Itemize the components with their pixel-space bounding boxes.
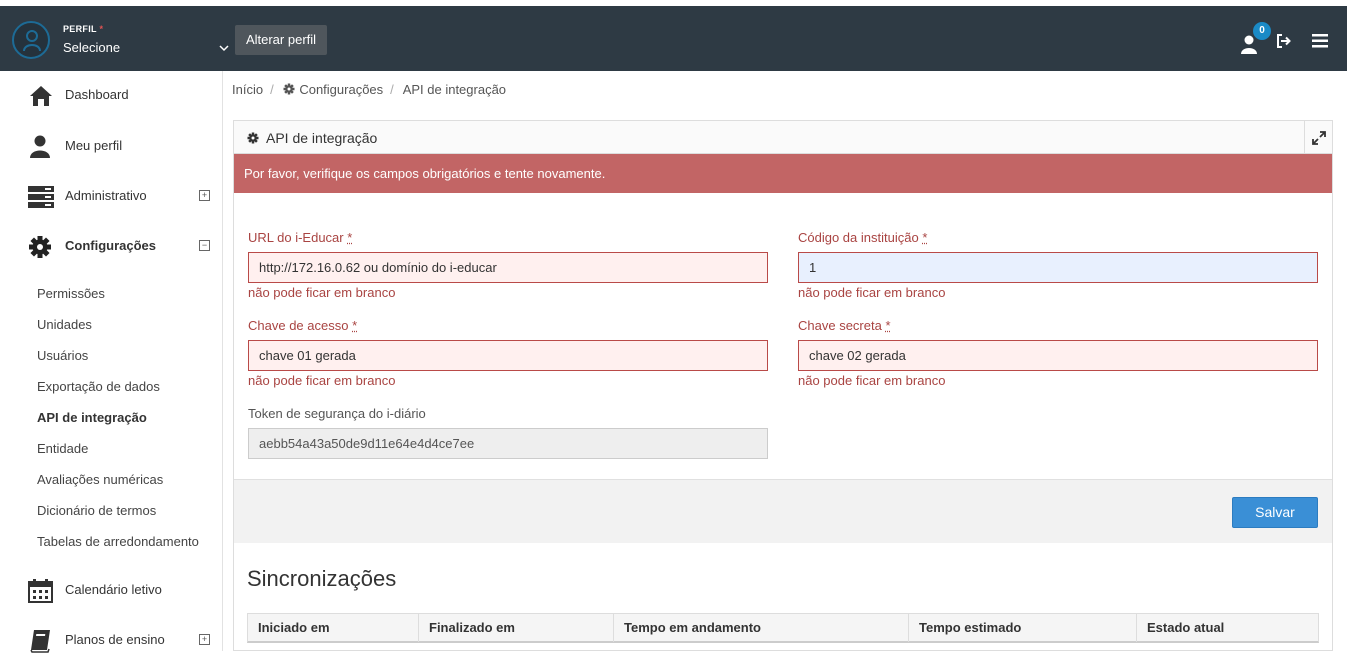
sidebar-subitem-api-integracao[interactable]: API de integração xyxy=(37,410,147,425)
chave-secreta-input[interactable]: chave 02 gerada xyxy=(798,340,1318,371)
api-integracao-panel: API de integração Por favor, verifique o… xyxy=(233,120,1333,651)
sidebar-subitem-entidade[interactable]: Entidade xyxy=(37,441,88,456)
chave-secreta-label: Chave secreta * xyxy=(798,318,891,333)
codigo-instituicao-error: não pode ficar em branco xyxy=(798,285,945,300)
sidebar-item-configuracoes[interactable]: Configurações − xyxy=(0,226,223,266)
sign-out-button[interactable] xyxy=(1276,28,1294,54)
chave-acesso-label: Chave de acesso * xyxy=(248,318,357,333)
save-button[interactable]: Salvar xyxy=(1232,497,1318,528)
sidebar-item-label: Meu perfil xyxy=(65,138,122,153)
server-icon xyxy=(28,185,54,209)
panel-header: API de integração xyxy=(234,121,1332,154)
expand-toggle-icon[interactable]: + xyxy=(199,634,210,645)
logo xyxy=(12,21,50,59)
sidebar-item-calendario[interactable]: Calendário letivo xyxy=(0,570,223,610)
perfil-select[interactable]: Selecione xyxy=(63,40,231,60)
book-icon xyxy=(28,629,54,653)
sidebar-item-label: Administrativo xyxy=(65,188,147,203)
expand-icon xyxy=(1312,131,1326,145)
column-header[interactable]: Finalizado em xyxy=(419,614,614,642)
hamburger-icon xyxy=(1312,34,1328,48)
logo-icon xyxy=(22,29,42,53)
breadcrumb-current: API de integração xyxy=(403,82,506,97)
gear-icon xyxy=(28,235,54,259)
notification-badge: 0 xyxy=(1253,22,1271,40)
sidebar-item-label: Planos de ensino xyxy=(65,632,165,647)
chave-secreta-error: não pode ficar em branco xyxy=(798,373,945,388)
expand-toggle-icon[interactable]: + xyxy=(199,190,210,201)
perfil-select-value: Selecione xyxy=(63,40,120,55)
sidebar-item-meu-perfil[interactable]: Meu perfil xyxy=(0,126,223,166)
sidebar-subitem-unidades[interactable]: Unidades xyxy=(37,317,92,332)
panel-title: API de integração xyxy=(266,130,377,146)
sidebar-item-administrativo[interactable]: Administrativo + xyxy=(0,176,223,216)
codigo-instituicao-input[interactable]: 1 xyxy=(798,252,1318,283)
chave-acesso-error: não pode ficar em branco xyxy=(248,373,395,388)
column-header[interactable]: Iniciado em xyxy=(248,614,419,642)
column-header[interactable]: Tempo em andamento xyxy=(614,614,909,642)
error-alert: Por favor, verifique os campos obrigatór… xyxy=(234,154,1332,193)
sidebar-subitem-tabelas[interactable]: Tabelas de arredondamento xyxy=(37,534,199,549)
sidebar-item-label: Configurações xyxy=(65,238,156,253)
sync-table-header: Iniciado em Finalizado em Tempo em andam… xyxy=(247,613,1319,643)
calendar-icon xyxy=(28,579,54,603)
sidebar-subitem-usuarios[interactable]: Usuários xyxy=(37,348,88,363)
codigo-instituicao-label: Código da instituição * xyxy=(798,230,927,245)
sidebar-item-label: Calendário letivo xyxy=(65,582,162,597)
perfil-label: PERFIL * xyxy=(63,24,103,34)
url-error: não pode ficar em branco xyxy=(248,285,395,300)
chave-acesso-input[interactable]: chave 01 gerada xyxy=(248,340,768,371)
breadcrumb-configuracoes[interactable]: Configurações xyxy=(299,82,383,97)
url-input[interactable]: http://172.16.0.62 ou domínio do i-educa… xyxy=(248,252,768,283)
breadcrumb-separator: / xyxy=(390,82,394,97)
breadcrumb: Início / Configurações / API de integração xyxy=(232,82,511,97)
token-input[interactable]: aebb54a43a50de9d11e64e4d4ce7ee xyxy=(248,428,768,459)
alterar-perfil-button[interactable]: Alterar perfil xyxy=(235,25,327,55)
gear-icon xyxy=(283,83,295,95)
home-icon xyxy=(28,84,54,108)
user-notifications-button[interactable]: 0 xyxy=(1240,28,1262,54)
sidebar-subitem-avaliacoes[interactable]: Avaliações numéricas xyxy=(37,472,163,487)
sync-title: Sincronizações xyxy=(247,566,396,592)
url-label: URL do i-Educar * xyxy=(248,230,352,245)
column-header[interactable]: Tempo estimado xyxy=(909,614,1137,642)
sidebar-item-dashboard[interactable]: Dashboard xyxy=(0,75,223,115)
top-navbar: PERFIL * Selecione Alterar perfil 0 xyxy=(0,6,1347,71)
token-label: Token de segurança do i-diário xyxy=(248,406,426,421)
sidebar-subitem-exportacao[interactable]: Exportação de dados xyxy=(37,379,160,394)
column-header[interactable]: Estado atual xyxy=(1137,614,1318,642)
user-icon xyxy=(28,135,54,159)
sidebar-item-label: Dashboard xyxy=(65,87,129,102)
gear-icon xyxy=(247,132,259,144)
breadcrumb-separator: / xyxy=(270,82,274,97)
sidebar-subitem-permissoes[interactable]: Permissões xyxy=(37,286,105,301)
fullscreen-button[interactable] xyxy=(1304,121,1332,154)
collapse-toggle-icon[interactable]: − xyxy=(199,240,210,251)
sidebar-item-planos-ensino[interactable]: Planos de ensino + xyxy=(0,620,223,660)
form-actions: Salvar xyxy=(234,479,1332,543)
sidebar: Dashboard Meu perfil Administrativo + Co… xyxy=(0,71,223,651)
sidebar-subitem-dicionario[interactable]: Dicionário de termos xyxy=(37,503,156,518)
chevron-down-icon xyxy=(219,44,229,52)
menu-button[interactable] xyxy=(1312,28,1330,54)
sign-out-icon xyxy=(1276,34,1292,48)
breadcrumb-home[interactable]: Início xyxy=(232,82,263,97)
